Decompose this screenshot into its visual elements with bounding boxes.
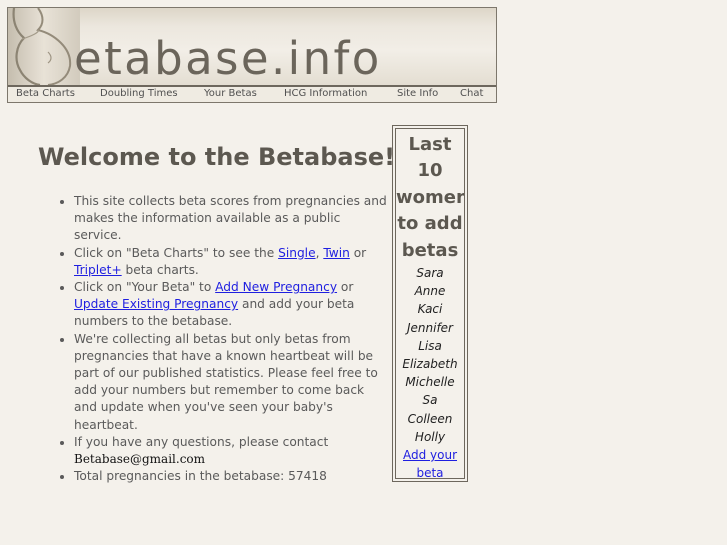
triplet-chart-link[interactable]: Triplet+ (74, 263, 122, 277)
list-item: This site collects beta scores from preg… (74, 193, 390, 245)
beta-charts-suffix: beta charts. (121, 262, 199, 277)
list-item: Click on "Beta Charts" to see the Single… (74, 245, 390, 279)
list-item: Click on "Your Beta" to Add New Pregnanc… (74, 279, 390, 331)
woman-name: Anne (414, 284, 446, 299)
nav-hcg-information[interactable]: HCG Information (284, 88, 367, 99)
nav-beta-charts[interactable]: Beta Charts (16, 88, 75, 99)
separator-text: or (349, 245, 367, 260)
site-header: etabase.info Beta Charts Doubling Times … (7, 7, 497, 103)
recent-women-list: Sara Anne Kaci Jennifer Lisa Elizabeth M… (396, 264, 464, 446)
list-item: If you have any questions, please contac… (74, 434, 390, 468)
list-item: We're collecting all betas but only beta… (74, 331, 390, 434)
woman-name: Michelle (405, 375, 455, 390)
main-content: Welcome to the Betabase! This site colle… (38, 143, 396, 485)
contact-email: Betabase@gmail.com (74, 452, 206, 467)
your-beta-text: Click on "Your Beta" to (74, 280, 216, 295)
sidebar-inner-frame: Last 10 women to add betas Sara Anne Kac… (395, 128, 465, 479)
woman-name: Colleen (407, 411, 453, 426)
site-logo-text: etabase.info (74, 32, 382, 85)
add-new-pregnancy-link[interactable]: Add New Pregnancy (215, 280, 337, 294)
contact-text: If you have any questions, please contac… (74, 434, 329, 449)
beta-charts-text: Click on "Beta Charts" to see the (74, 245, 279, 260)
woman-name: Jennifer (406, 320, 453, 335)
nav-doubling-times[interactable]: Doubling Times (100, 88, 178, 99)
woman-name: Holly (414, 429, 446, 444)
pregnant-silhouette-logo (8, 8, 80, 85)
collection-info-text: This site collects beta scores from preg… (74, 194, 387, 243)
sidebar-heading: Last 10 women to add betas (396, 134, 465, 261)
list-item: Total pregnancies in the betabase: 57418 (74, 468, 390, 485)
nav-site-info[interactable]: Site Info (397, 88, 438, 99)
heartbeat-info-text: We're collecting all betas but only beta… (74, 331, 378, 432)
add-your-beta-link[interactable]: Add your beta (396, 446, 464, 478)
total-pregnancies-text: Total pregnancies in the betabase: 57418 (74, 469, 327, 484)
single-chart-link[interactable]: Single (278, 246, 315, 260)
woman-name: Sara (416, 266, 444, 281)
twin-chart-link[interactable]: Twin (323, 246, 350, 260)
separator-text: or (337, 280, 354, 295)
nav-your-betas[interactable]: Your Betas (204, 88, 257, 99)
woman-name: Lisa (418, 338, 442, 353)
woman-name: Sa (422, 393, 438, 408)
woman-name: Elizabeth (402, 357, 458, 372)
page-title: Welcome to the Betabase! (38, 143, 396, 171)
nav-chat[interactable]: Chat (460, 88, 483, 99)
recent-women-sidebar: Last 10 women to add betas Sara Anne Kac… (392, 125, 468, 482)
update-existing-pregnancy-link[interactable]: Update Existing Pregnancy (74, 297, 238, 311)
info-list: This site collects beta scores from preg… (38, 193, 390, 485)
woman-name: Kaci (417, 302, 443, 317)
main-nav: Beta Charts Doubling Times Your Betas HC… (8, 87, 496, 102)
site-banner[interactable]: etabase.info (8, 8, 496, 87)
